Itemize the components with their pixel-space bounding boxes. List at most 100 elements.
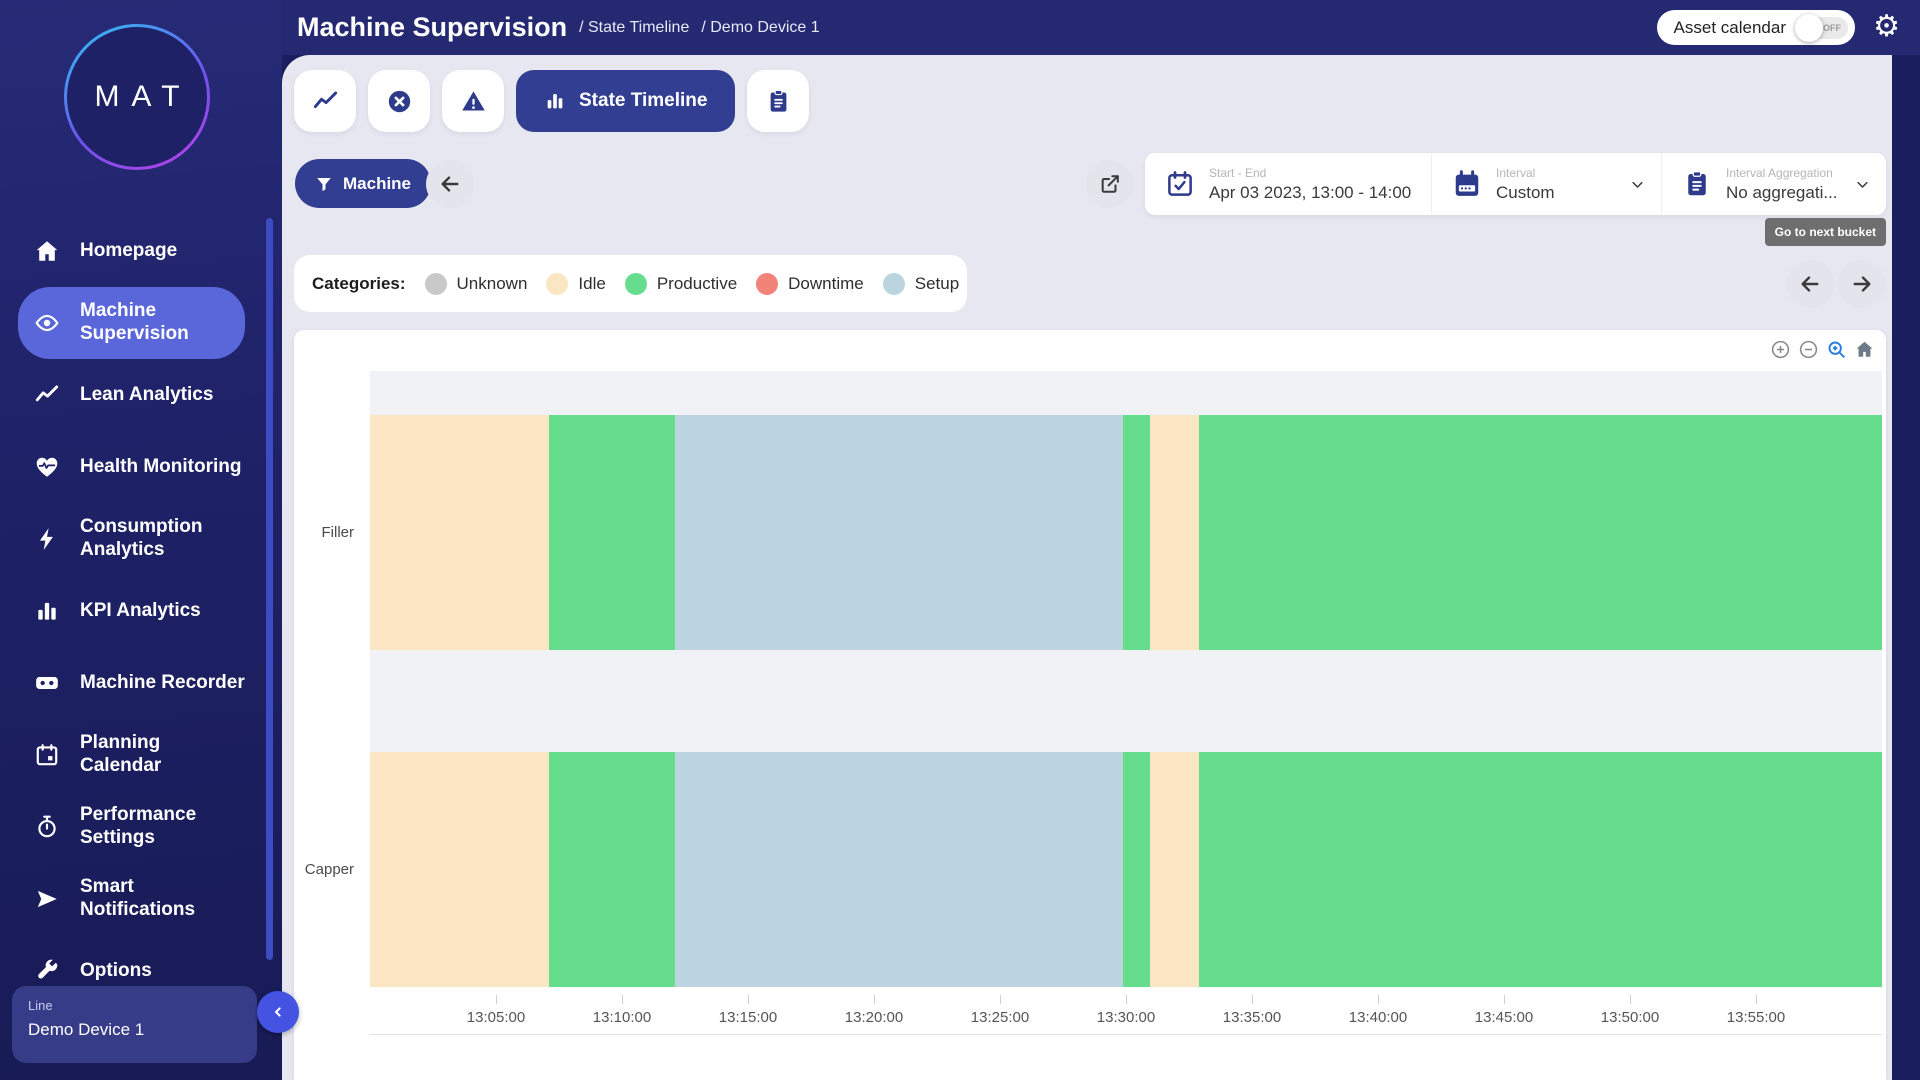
next-bucket-button[interactable]: [1838, 260, 1886, 308]
segment-capper-idle[interactable]: [370, 752, 549, 987]
open-external-button[interactable]: [1086, 160, 1134, 208]
external-link-icon: [1099, 173, 1121, 195]
cassette-icon: [34, 670, 60, 696]
segment-capper-productive[interactable]: [1123, 752, 1149, 987]
sidebar-item-consumption-analytics[interactable]: Consumption Analytics: [18, 503, 245, 575]
heart-icon: [34, 454, 60, 480]
sidebar-item-label: Consumption Analytics: [80, 516, 202, 562]
stopwatch-icon: [34, 814, 60, 840]
legend-item-idle: Idle: [546, 273, 605, 295]
top-header: Machine Supervision / State Timeline / D…: [282, 0, 1920, 55]
sidebar-item-label: Health Monitoring: [80, 456, 241, 479]
segment-filler-productive[interactable]: [1199, 415, 1882, 650]
app-logo[interactable]: MAT: [64, 24, 210, 170]
chevron-down-icon[interactable]: [1630, 177, 1645, 192]
chevron-left-icon: [270, 1004, 286, 1020]
row-label-capper: Capper: [294, 752, 362, 987]
legend-item-unknown: Unknown: [425, 273, 528, 295]
x-circle-icon: [386, 88, 413, 115]
tab-report[interactable]: [747, 70, 809, 132]
legend-item-productive: Productive: [625, 273, 737, 295]
wrench-icon: [34, 958, 60, 984]
start-end-label: Start - End: [1209, 166, 1411, 180]
send-icon: [34, 886, 60, 912]
legend-label: Setup: [915, 274, 959, 294]
start-end-value: Apr 03 2023, 13:00 - 14:00: [1209, 183, 1411, 203]
next-bucket-tooltip: Go to next bucket: [1765, 218, 1886, 246]
chart-plot-area: [370, 371, 1882, 1035]
tab-state-timeline[interactable]: State Timeline: [516, 70, 735, 132]
sidebar-collapse-button[interactable]: [257, 991, 299, 1033]
trend-icon: [312, 88, 339, 115]
reset-home-icon[interactable]: [1854, 339, 1875, 360]
breadcrumb-device[interactable]: / Demo Device 1: [701, 19, 819, 37]
segment-filler-setup[interactable]: [675, 415, 1123, 650]
aggregation-value: No aggregati...: [1726, 183, 1838, 203]
sidebar-item-kpi-analytics[interactable]: KPI Analytics: [18, 575, 245, 647]
segment-capper-setup[interactable]: [675, 752, 1123, 987]
sidebar-item-label: Smart Notifications: [80, 876, 195, 922]
timeline-row-filler: [370, 415, 1882, 650]
interval-select[interactable]: Interval Custom: [1432, 153, 1662, 215]
page-title: Machine Supervision: [297, 12, 567, 43]
sidebar-item-performance-settings[interactable]: Performance Settings: [18, 791, 245, 863]
bars-icon: [544, 90, 566, 112]
segment-capper-productive[interactable]: [549, 752, 675, 987]
sidebar-item-label: Lean Analytics: [80, 384, 213, 407]
device-name: Demo Device 1: [28, 1020, 241, 1040]
sidebar-item-label: Homepage: [80, 240, 177, 263]
bars-icon: [34, 598, 60, 624]
tab-label: State Timeline: [579, 90, 707, 112]
machine-filter-button[interactable]: Machine: [295, 159, 431, 208]
legend-label: Idle: [578, 274, 605, 294]
row-label-filler: Filler: [294, 415, 362, 650]
asset-calendar-label: Asset calendar: [1674, 18, 1786, 38]
previous-bucket-button[interactable]: [1786, 260, 1834, 308]
breadcrumb-state-timeline[interactable]: / State Timeline: [579, 19, 689, 37]
warning-icon: [460, 88, 487, 115]
sidebar-item-homepage[interactable]: Homepage: [18, 215, 245, 287]
sidebar-item-planning-calendar[interactable]: Planning Calendar: [18, 719, 245, 791]
sidebar-item-machine-supervision[interactable]: Machine Supervision: [18, 287, 245, 359]
sidebar-item-lean-analytics[interactable]: Lean Analytics: [18, 359, 245, 431]
arrow-left-icon: [439, 173, 461, 195]
zoom-out-icon[interactable]: [1798, 339, 1819, 360]
calendar-icon: [34, 742, 60, 768]
asset-calendar-toggle-pill[interactable]: Asset calendar OFF: [1657, 10, 1855, 45]
legend-dot: [546, 273, 568, 295]
interval-label: Interval: [1496, 166, 1555, 180]
segment-capper-idle[interactable]: [1150, 752, 1199, 987]
sidebar-item-health-monitoring[interactable]: Health Monitoring: [18, 431, 245, 503]
aggregation-select[interactable]: Interval Aggregation No aggregati...: [1662, 153, 1886, 215]
start-end-picker[interactable]: Start - End Apr 03 2023, 13:00 - 14:00: [1145, 153, 1432, 215]
time-controls-panel: Start - End Apr 03 2023, 13:00 - 14:00 I…: [1145, 153, 1886, 215]
arrow-right-icon: [1851, 273, 1873, 295]
categories-legend: Categories: UnknownIdleProductiveDowntim…: [294, 255, 967, 312]
segment-filler-productive[interactable]: [1123, 415, 1149, 650]
asset-calendar-toggle[interactable]: OFF: [1798, 17, 1848, 39]
sidebar-item-machine-recorder[interactable]: Machine Recorder: [18, 647, 245, 719]
sidebar-item-label: Options: [80, 960, 152, 983]
tab-warning[interactable]: [442, 70, 504, 132]
area-zoom-icon[interactable]: [1826, 339, 1847, 360]
tab-x-circle[interactable]: [368, 70, 430, 132]
segment-filler-idle[interactable]: [1150, 415, 1199, 650]
tab-trend[interactable]: [294, 70, 356, 132]
segment-capper-productive[interactable]: [1199, 752, 1882, 987]
calendar-check-icon: [1165, 169, 1195, 199]
toggle-knob[interactable]: [1795, 14, 1823, 42]
segment-filler-idle[interactable]: [370, 415, 549, 650]
legend-dot: [756, 273, 778, 295]
sidebar-item-label: Performance Settings: [80, 804, 196, 850]
zoom-in-icon[interactable]: [1770, 339, 1791, 360]
sidebar-scrollbar[interactable]: [266, 218, 273, 960]
sidebar-item-label: KPI Analytics: [80, 600, 201, 623]
gear-icon[interactable]: ⚙: [1873, 8, 1900, 46]
back-button[interactable]: [426, 160, 474, 208]
app-logo-text: MAT: [82, 80, 191, 114]
segment-filler-productive[interactable]: [549, 415, 675, 650]
selected-device-card[interactable]: Line Demo Device 1: [12, 986, 257, 1063]
sidebar-item-smart-notifications[interactable]: Smart Notifications: [18, 863, 245, 935]
chevron-down-icon[interactable]: [1855, 177, 1870, 192]
sidebar: MAT Homepage Machine Supervision Lean Anal…: [0, 0, 282, 1080]
